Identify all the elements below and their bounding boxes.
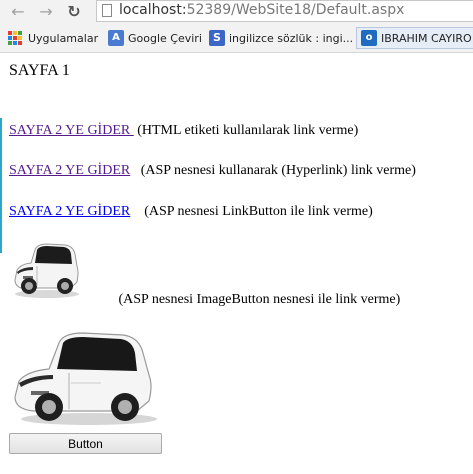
link-description: (HTML etiketi kullanılarak link verme) xyxy=(133,123,359,138)
reload-icon[interactable]: ↻ xyxy=(64,2,84,21)
hyperlink-link[interactable]: SAYFA 2 YE GİDER xyxy=(9,163,130,178)
car-image[interactable] xyxy=(9,327,159,427)
outlook-icon: o xyxy=(361,30,377,46)
browser-toolbar: ← → ↻ localhost:52389/WebSite18/Default.… xyxy=(0,0,473,24)
bookmarks-bar: Uygulamalar A Google Çeviri S ingilizce … xyxy=(0,24,473,53)
page-title: SAYFA 1 xyxy=(9,62,70,79)
bookmark-label: Uygulamalar xyxy=(28,31,99,45)
back-arrow-icon[interactable]: ← xyxy=(8,2,28,21)
bookmark-label: ingilizce sözlük : ingi... xyxy=(229,31,354,45)
forward-arrow-icon[interactable]: → xyxy=(36,2,56,21)
bookmark-label: Google Çeviri xyxy=(128,31,202,45)
car-image-button[interactable] xyxy=(9,236,81,300)
html-anchor-link[interactable]: SAYFA 2 YE GİDER xyxy=(9,123,134,138)
link-row-html: SAYFA 2 YE GİDER (HTML etiketi kullanıla… xyxy=(9,123,358,139)
sozluk-icon: S xyxy=(209,30,225,46)
url-text[interactable]: localhost:52389/WebSite18/Default.aspx xyxy=(119,2,404,18)
url-path: 52389/WebSite18/Default.aspx xyxy=(186,2,405,18)
focus-indicator-bar xyxy=(0,118,2,253)
linkbutton-link[interactable]: SAYFA 2 YE GİDER xyxy=(9,204,130,219)
url-host: localhost: xyxy=(119,2,187,18)
link-row-linkbutton: SAYFA 2 YE GİDER (ASP nesnesi LinkButton… xyxy=(9,204,373,220)
address-bar[interactable]: localhost:52389/WebSite18/Default.aspx xyxy=(96,0,473,22)
page-icon xyxy=(102,4,112,17)
bookmark-outlook[interactable]: o IBRAHIM CAYIRO xyxy=(356,27,473,49)
bookmark-sozluk[interactable]: S ingilizce sözlük : ingi... xyxy=(209,28,353,48)
link-description: (ASP nesnesi LinkButton ile link verme) xyxy=(130,204,373,219)
google-translate-icon: A xyxy=(108,30,124,46)
apps-grid-icon xyxy=(8,31,22,45)
imagebutton-description: (ASP nesnesi ImageButton nesnesi ile lin… xyxy=(108,292,401,307)
bookmark-google-translate[interactable]: A Google Çeviri xyxy=(108,28,202,48)
link-row-hyperlink: SAYFA 2 YE GİDER (ASP nesnesi kullanarak… xyxy=(9,163,416,179)
bookmark-label: IBRAHIM CAYIRO xyxy=(381,31,472,45)
link-description: (ASP nesnesi kullanarak (Hyperlink) link… xyxy=(130,163,416,178)
bookmark-apps[interactable]: Uygulamalar xyxy=(8,28,98,48)
asp-button[interactable]: Button xyxy=(9,433,162,454)
